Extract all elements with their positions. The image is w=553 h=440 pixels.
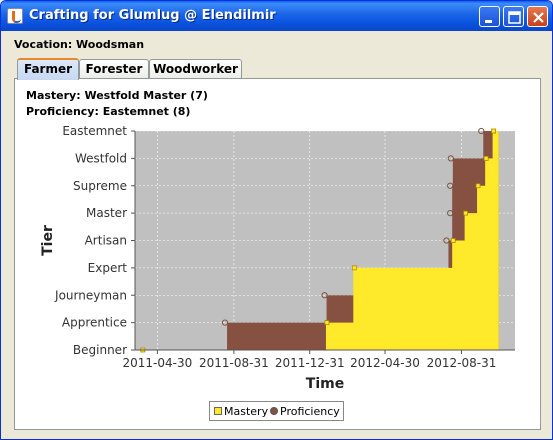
x-tick-label: 2011-04-30 [123, 356, 193, 370]
app-window: Crafting for Glumlug @ Elendilmir Vocati… [0, 0, 553, 440]
x-axis-title: Time [306, 376, 344, 392]
mastery-point [463, 210, 469, 216]
tier-chart: Beginner Apprentice Journeyman Expert Artisa… [40, 124, 515, 392]
tab-woodworker[interactable]: Woodworker [149, 59, 242, 79]
legend-label-proficiency: Proficiency [280, 405, 340, 418]
y-tick-label: Westfold [75, 151, 127, 165]
y-tick-label: Artisan [85, 234, 127, 248]
x-tick-label: 2011-08-31 [199, 356, 269, 370]
maximize-icon [508, 11, 521, 24]
mastery-point [324, 320, 330, 326]
mastery-summary: Mastery: Westfold Master (7) [26, 89, 208, 102]
proficiency-summary: Proficiency: Eastemnet (8) [26, 105, 191, 118]
minimize-button[interactable] [479, 6, 500, 27]
app-icon [7, 8, 23, 24]
mastery-point [491, 128, 497, 134]
mastery-point [475, 183, 481, 189]
legend-label-mastery: Mastery [224, 405, 269, 418]
close-icon [533, 12, 544, 23]
title-bar[interactable]: Crafting for Glumlug @ Elendilmir [1, 1, 552, 31]
tab-forester[interactable]: Forester [79, 59, 149, 79]
x-tick-label: 2011-12-31 [275, 356, 345, 370]
y-axis-title: Tier [40, 225, 56, 256]
y-tick-label: Apprentice [62, 316, 127, 330]
x-tick-label: 2012-04-30 [350, 356, 420, 370]
y-tick-label: Eastemnet [62, 124, 127, 138]
y-tick-label: Master [86, 206, 127, 220]
vocation-label: Vocation: Woodsman [14, 38, 145, 51]
legend-swatch-proficiency [270, 407, 278, 415]
mastery-point [450, 238, 456, 243]
close-button[interactable] [527, 6, 548, 27]
y-tick-label: Beginner [73, 343, 127, 357]
legend-swatch-mastery [214, 407, 222, 415]
x-tick-label: 2012-08-31 [427, 356, 497, 370]
mastery-point [483, 155, 489, 161]
chart-legend: Mastery Proficiency [209, 401, 344, 421]
mastery-point [351, 265, 357, 271]
y-tick-label: Supreme [73, 179, 127, 193]
window-title: Crafting for Glumlug @ Elendilmir [29, 8, 276, 23]
y-tick-label: Expert [88, 261, 128, 275]
tab-farmer[interactable]: Farmer [17, 58, 79, 80]
y-tick-label: Journeyman [54, 288, 127, 302]
maximize-button[interactable] [503, 6, 524, 27]
minimize-icon [485, 20, 492, 23]
